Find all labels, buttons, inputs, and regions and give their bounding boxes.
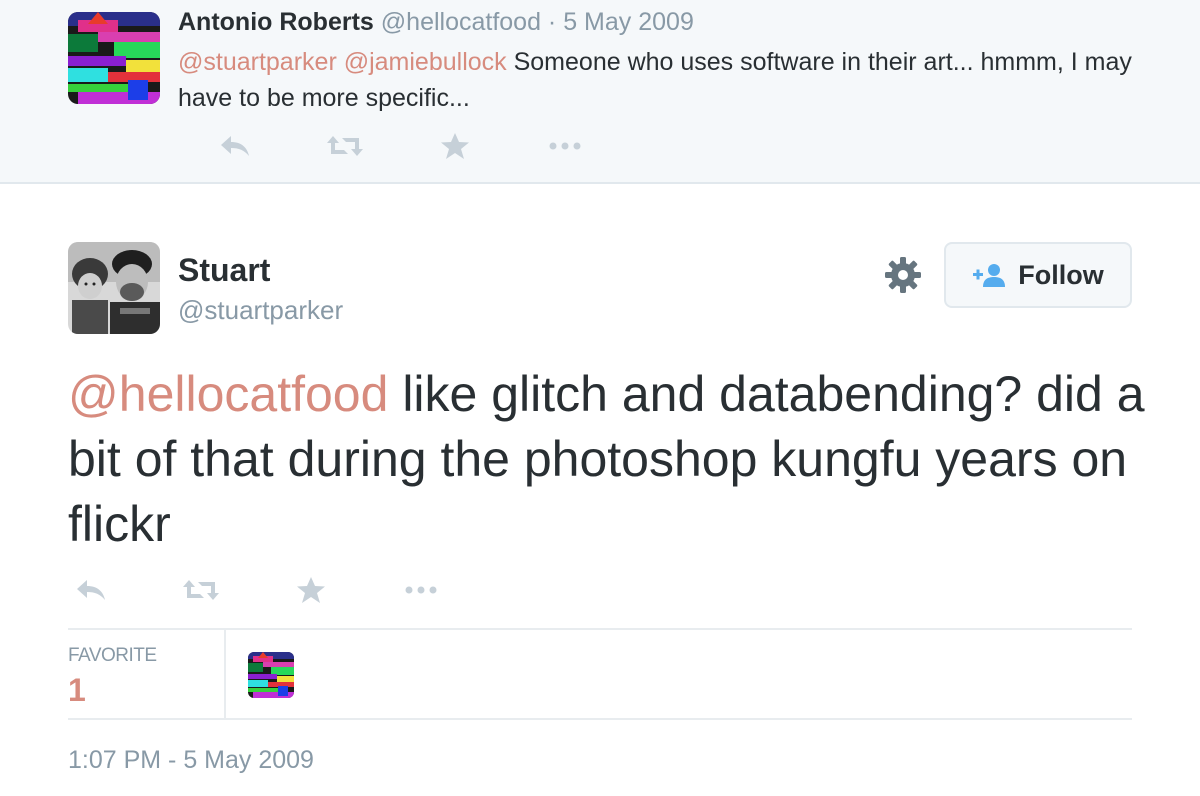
favoriter-avatar[interactable] (248, 652, 294, 698)
gear-icon[interactable] (882, 254, 924, 296)
author-handle[interactable]: @stuartparker (178, 295, 343, 326)
tweet-timestamp[interactable]: 1:07 PM - 5 May 2009 (68, 746, 314, 775)
favorite-stat-count[interactable]: 1 (68, 672, 86, 709)
follow-person-icon (973, 264, 1006, 287)
stuart-avatar[interactable] (68, 242, 160, 334)
tweet-action-bar (36, 572, 476, 608)
stats-top-divider (68, 628, 1132, 630)
stats-separator (224, 630, 226, 720)
stats-bottom-divider (68, 718, 1132, 720)
glitch-avatar-image (248, 652, 294, 698)
more-icon[interactable] (510, 128, 620, 164)
parent-mentions[interactable]: @stuartparker @jamiebullock (178, 48, 507, 76)
parent-action-bar (180, 128, 620, 164)
parent-tweet: Antonio Roberts @hellocatfood · 5 May 20… (0, 0, 1200, 184)
retweet-icon[interactable] (146, 572, 256, 608)
tweet-text: @hellocatfood like glitch and databendin… (68, 362, 1158, 557)
glitch-avatar-image (68, 12, 160, 104)
author-name[interactable]: Stuart (178, 252, 270, 289)
follow-button[interactable]: Follow (944, 242, 1132, 308)
tweet-mention[interactable]: @hellocatfood (68, 366, 388, 422)
reply-icon[interactable] (180, 128, 290, 164)
parent-author-meta[interactable]: @hellocatfood · 5 May 2009 (381, 8, 694, 36)
antonio-avatar[interactable] (68, 12, 160, 104)
parent-header: Antonio Roberts @hellocatfood · 5 May 20… (178, 8, 694, 37)
follow-button-label: Follow (1018, 259, 1104, 290)
favorite-icon[interactable] (256, 572, 366, 608)
retweet-icon[interactable] (290, 128, 400, 164)
reply-icon[interactable] (36, 572, 146, 608)
favorite-stat-label[interactable]: FAVORITE (68, 645, 157, 667)
more-icon[interactable] (366, 572, 476, 608)
favorite-icon[interactable] (400, 128, 510, 164)
parent-author-name[interactable]: Antonio Roberts (178, 8, 374, 36)
parent-tweet-text: @stuartparker @jamiebullock Someone who … (178, 44, 1158, 116)
family-photo-avatar-image (68, 242, 160, 334)
